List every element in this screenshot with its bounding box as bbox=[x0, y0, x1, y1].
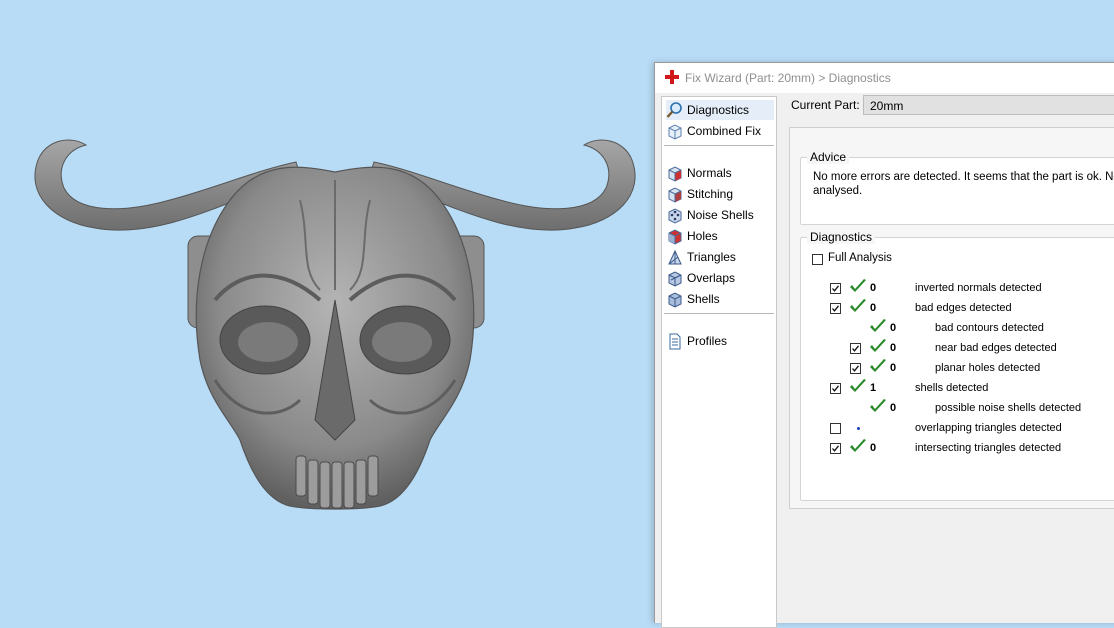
current-part-label: Current Part: bbox=[791, 98, 860, 112]
cube-shells-icon bbox=[668, 291, 682, 308]
diagnostics-group: Diagnostics Full Analysis 0 inverted norm… bbox=[800, 230, 1114, 501]
diagnostic-description: bad edges detected bbox=[915, 302, 1012, 314]
checkmark-icon bbox=[852, 345, 860, 352]
status-ok-icon bbox=[870, 399, 886, 412]
status-ok-icon bbox=[850, 279, 866, 292]
triangle-icon bbox=[668, 249, 682, 264]
current-part-field[interactable]: 20mm bbox=[863, 95, 1114, 115]
fix-wizard-window: Fix Wizard (Part: 20mm) > Diagnostics Di… bbox=[654, 62, 1114, 628]
nav-item-profiles[interactable]: Profiles bbox=[666, 331, 774, 351]
diagnostic-count: 0 bbox=[870, 282, 877, 294]
diagnostic-count: 0 bbox=[890, 342, 897, 354]
checkmark-icon bbox=[832, 305, 840, 312]
checkmark-icon bbox=[832, 445, 840, 452]
diagnostic-description: shells detected bbox=[915, 382, 989, 394]
diagnostic-checkbox[interactable] bbox=[850, 363, 861, 374]
diagnostic-checkbox[interactable] bbox=[830, 423, 841, 434]
diagnostic-count: 0 bbox=[870, 302, 877, 314]
diagnostic-count: 0 bbox=[870, 442, 877, 454]
diagnostic-count: 0 bbox=[890, 402, 897, 414]
diagnostic-checkbox[interactable] bbox=[830, 303, 841, 314]
diagnostic-checkbox[interactable] bbox=[830, 443, 841, 454]
status-ok-icon bbox=[850, 379, 866, 392]
cube-overlap-icon bbox=[668, 270, 682, 287]
diagnostic-description: inverted normals detected bbox=[915, 282, 1042, 294]
nav-item-combined-fix[interactable]: Combined Fix bbox=[666, 121, 774, 141]
full-analysis-checkbox[interactable] bbox=[812, 254, 823, 265]
nav-item-shells[interactable]: Shells bbox=[666, 289, 774, 309]
status-pending-icon bbox=[857, 427, 860, 430]
diagnostic-count: 0 bbox=[890, 362, 897, 374]
diagnostic-checkbox[interactable] bbox=[830, 383, 841, 394]
status-ok-icon bbox=[870, 319, 886, 332]
nav-item-overlaps[interactable]: Overlaps bbox=[666, 268, 774, 288]
nav-item-noise-shells[interactable]: Noise Shells bbox=[666, 205, 774, 225]
checkmark-icon bbox=[832, 385, 840, 392]
advice-title: Advice bbox=[807, 150, 850, 164]
diagnostic-checkbox[interactable] bbox=[850, 343, 861, 354]
checkmark-icon bbox=[852, 365, 860, 372]
nav-item-stitching[interactable]: Stitching bbox=[666, 184, 774, 204]
checkmark-icon bbox=[832, 285, 840, 292]
wizard-nav: Diagnostics Combined Fix Normals Stitchi… bbox=[661, 96, 777, 628]
status-ok-icon bbox=[850, 439, 866, 452]
nav-item-diagnostics[interactable]: Diagnostics bbox=[666, 100, 774, 120]
skull-model bbox=[34, 139, 636, 510]
diagnostic-description: possible noise shells detected bbox=[935, 402, 1082, 414]
red-cross-icon bbox=[665, 70, 679, 84]
status-ok-icon bbox=[850, 299, 866, 312]
cube-stitch-icon bbox=[668, 186, 682, 203]
cube-dots-icon bbox=[668, 207, 682, 224]
3d-viewport[interactable] bbox=[0, 0, 654, 616]
title-bar[interactable]: Fix Wizard (Part: 20mm) > Diagnostics bbox=[655, 63, 1114, 93]
diagnostic-description: overlapping triangles detected bbox=[915, 422, 1062, 434]
document-icon bbox=[669, 333, 681, 349]
nav-item-normals[interactable]: Normals bbox=[666, 163, 774, 183]
status-ok-icon bbox=[870, 359, 886, 372]
diagnostic-description: intersecting triangles detected bbox=[915, 442, 1062, 454]
advice-group: Advice No more errors are detected. It s… bbox=[800, 150, 1114, 225]
nav-separator bbox=[664, 145, 774, 146]
diagnostic-count: 1 bbox=[870, 382, 877, 394]
wizard-body: Diagnostics Combined Fix Normals Stitchi… bbox=[655, 93, 1114, 628]
diagnostics-title: Diagnostics bbox=[807, 230, 876, 244]
cube-holes-icon bbox=[668, 228, 682, 245]
diagnostic-description: bad contours detected bbox=[935, 322, 1044, 334]
nav-separator bbox=[664, 313, 774, 314]
nav-item-triangles[interactable]: Triangles bbox=[666, 247, 774, 267]
diagnostic-description: near bad edges detected bbox=[935, 342, 1057, 354]
full-analysis-label: Full Analysis bbox=[828, 252, 892, 264]
status-ok-icon bbox=[870, 339, 886, 352]
window-title: Fix Wizard (Part: 20mm) > Diagnostics bbox=[685, 71, 891, 85]
cube-outline-icon bbox=[668, 123, 682, 140]
magnifier-icon bbox=[666, 101, 682, 118]
cube-red-icon bbox=[668, 165, 682, 182]
diagnostic-description: planar holes detected bbox=[935, 362, 1041, 374]
diagnostic-count: 0 bbox=[890, 322, 897, 334]
nav-item-holes[interactable]: Holes bbox=[666, 226, 774, 246]
advice-text: No more errors are detected. It seems th… bbox=[813, 171, 1114, 197]
diagnostics-panel: Advice No more errors are detected. It s… bbox=[789, 127, 1114, 509]
diagnostic-checkbox[interactable] bbox=[830, 283, 841, 294]
